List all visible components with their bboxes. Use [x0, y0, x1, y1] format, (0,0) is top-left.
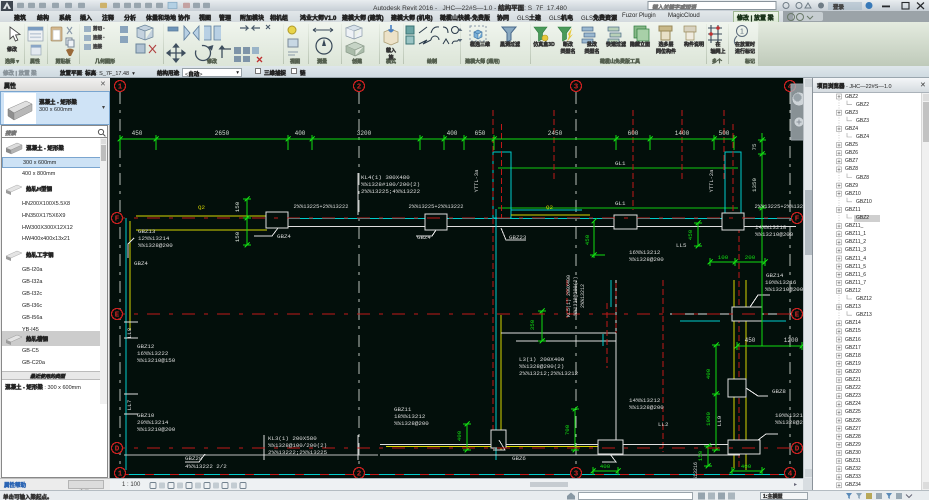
svg-text:GBZ4: GBZ4 — [134, 260, 148, 267]
svg-text:150: 150 — [234, 231, 241, 242]
svg-text:450: 450 — [132, 130, 143, 137]
svg-text:16%%13212: 16%%13212 — [629, 249, 661, 256]
svg-text:14%%13218: 14%%13218 — [755, 224, 787, 231]
svg-text:%%1328@200: %%1328@200 — [629, 256, 664, 263]
svg-text:%%13210@200: %%13210@200 — [755, 231, 794, 238]
svg-text:LL8: LL8 — [126, 327, 133, 338]
svg-text:D: D — [115, 446, 120, 454]
svg-text:10%%13216: 10%%13216 — [765, 279, 797, 286]
svg-text:4: 4 — [788, 471, 793, 478]
svg-text:GBZ12: GBZ12 — [137, 343, 155, 350]
svg-text:4%%13222 2/2: 4%%13222 2/2 — [185, 463, 227, 470]
svg-text:GBZ8: GBZ8 — [772, 388, 786, 395]
svg-text:14%%13212: 14%%13212 — [629, 397, 661, 404]
svg-text:2%%13225;4%%13222: 2%%13225;4%%13222 — [361, 188, 421, 195]
svg-text:75: 75 — [751, 143, 758, 150]
svg-text:%%1328@200(2): %%1328@200(2) — [519, 363, 564, 370]
svg-text:450: 450 — [687, 229, 694, 240]
svg-text:%%1328@200: %%1328@200 — [775, 419, 803, 426]
svg-text:350: 350 — [529, 319, 536, 330]
svg-text:GBZ6: GBZ6 — [512, 455, 526, 462]
svg-text:GBZ11: GBZ11 — [394, 406, 412, 413]
svg-text:2%%13225+2%%13222: 2%%13225+2%%13222 — [755, 204, 804, 210]
svg-text:%%13210@200: %%13210@200 — [765, 286, 803, 293]
svg-text:%%1328@100/200(2): %%1328@100/200(2) — [268, 442, 327, 449]
svg-text:2650: 2650 — [215, 130, 230, 137]
svg-text:1400: 1400 — [675, 130, 690, 137]
svg-text:YTTL-2a: YTTL-2a — [709, 169, 715, 192]
svg-text:YTTL-3a: YTTL-3a — [474, 169, 480, 192]
svg-text:LL2: LL2 — [658, 421, 669, 428]
svg-text:D: D — [795, 446, 800, 454]
svg-text:%%13210@200: %%13210@200 — [137, 426, 176, 433]
svg-text:700: 700 — [564, 424, 571, 435]
svg-text:1200: 1200 — [784, 337, 799, 344]
svg-text:400: 400 — [456, 430, 463, 441]
svg-text:GBZ23: GBZ23 — [509, 234, 527, 241]
svg-text:GBZ4: GBZ4 — [277, 233, 291, 240]
svg-text:%%1328@200: %%1328@200 — [138, 242, 173, 249]
svg-text:1: 1 — [740, 29, 744, 36]
svg-text:450: 450 — [584, 234, 591, 245]
svg-text:400: 400 — [741, 463, 752, 470]
svg-text:2%%13212;2%%13212: 2%%13212;2%%13212 — [519, 370, 579, 377]
svg-text:GBZ10: GBZ10 — [137, 412, 155, 419]
svg-text:2%%13225+2%%13222: 2%%13225+2%%13222 — [409, 204, 464, 210]
svg-text:LL7: LL7 — [126, 399, 133, 410]
svg-text:400: 400 — [705, 368, 712, 379]
svg-text:100: 100 — [718, 254, 729, 261]
svg-text:3200: 3200 — [357, 130, 372, 137]
svg-text:3: 3 — [574, 471, 579, 478]
svg-text:16%%13222: 16%%13222 — [137, 350, 169, 357]
svg-text:L3(1) 200X400: L3(1) 200X400 — [519, 356, 565, 363]
svg-text:400: 400 — [447, 130, 458, 137]
svg-text:GBZ13: GBZ13 — [138, 228, 156, 235]
svg-text:10%%13212: 10%%13212 — [775, 412, 803, 419]
svg-text:%%1328#100/200(2): %%1328#100/200(2) — [361, 181, 420, 188]
svg-text:F: F — [795, 216, 800, 224]
svg-text:1000: 1000 — [705, 412, 712, 426]
svg-text:LL5: LL5 — [676, 242, 687, 249]
svg-text:E: E — [115, 312, 120, 320]
svg-text:LL9: LL9 — [716, 415, 723, 426]
svg-text:2%%13225+2%%13222: 2%%13225+2%%13222 — [294, 204, 349, 210]
svg-text:2: 2 — [357, 84, 362, 92]
svg-text:GL1: GL1 — [615, 160, 626, 167]
svg-text:2%%13222;2%%13225: 2%%13222;2%%13225 — [268, 449, 328, 456]
svg-text:400: 400 — [600, 463, 611, 470]
svg-text:1: 1 — [118, 471, 123, 478]
svg-text:%%1328@200(2): %%1328@200(2) — [573, 276, 579, 315]
svg-text:2: 2 — [357, 471, 362, 478]
svg-text:450: 450 — [745, 337, 756, 344]
svg-text:%%1328@200: %%1328@200 — [629, 404, 664, 411]
svg-text:150: 150 — [234, 201, 241, 212]
svg-text:GBZ4: GBZ4 — [417, 234, 431, 241]
svg-text:%%13210@150: %%13210@150 — [137, 357, 176, 364]
svg-text:Q2: Q2 — [198, 204, 205, 211]
svg-text:150: 150 — [697, 450, 704, 461]
svg-text:200: 200 — [745, 254, 756, 261]
svg-text:KL5(1) 200X400: KL5(1) 200X400 — [566, 275, 572, 317]
svg-text:KL4(1) 300X480: KL4(1) 300X480 — [361, 174, 410, 181]
svg-text:4%%13216: 4%%13216 — [693, 462, 699, 478]
svg-text:650: 650 — [475, 130, 486, 137]
svg-text:400: 400 — [295, 130, 306, 137]
svg-text:20%%13214: 20%%13214 — [137, 419, 169, 426]
svg-text:500: 500 — [719, 130, 730, 137]
svg-text:KL3(1) 200X580: KL3(1) 200X580 — [268, 435, 317, 442]
svg-text:F: F — [115, 216, 120, 224]
svg-text:GBZ14: GBZ14 — [766, 272, 784, 279]
svg-text:GL1: GL1 — [615, 200, 626, 207]
svg-text:%%1328@200: %%1328@200 — [394, 420, 429, 427]
svg-text:2%%13212: 2%%13212 — [580, 284, 586, 308]
svg-text:1350: 1350 — [751, 178, 758, 192]
svg-text:18%%13212: 18%%13212 — [394, 413, 426, 420]
svg-text:12%%13214: 12%%13214 — [138, 235, 170, 242]
svg-text:1: 1 — [118, 84, 123, 92]
svg-text:3: 3 — [574, 84, 579, 92]
svg-text:GBZ28: GBZ28 — [185, 455, 203, 462]
svg-text:600: 600 — [628, 130, 639, 137]
svg-text:2450: 2450 — [548, 130, 563, 137]
svg-text:E: E — [795, 312, 800, 320]
